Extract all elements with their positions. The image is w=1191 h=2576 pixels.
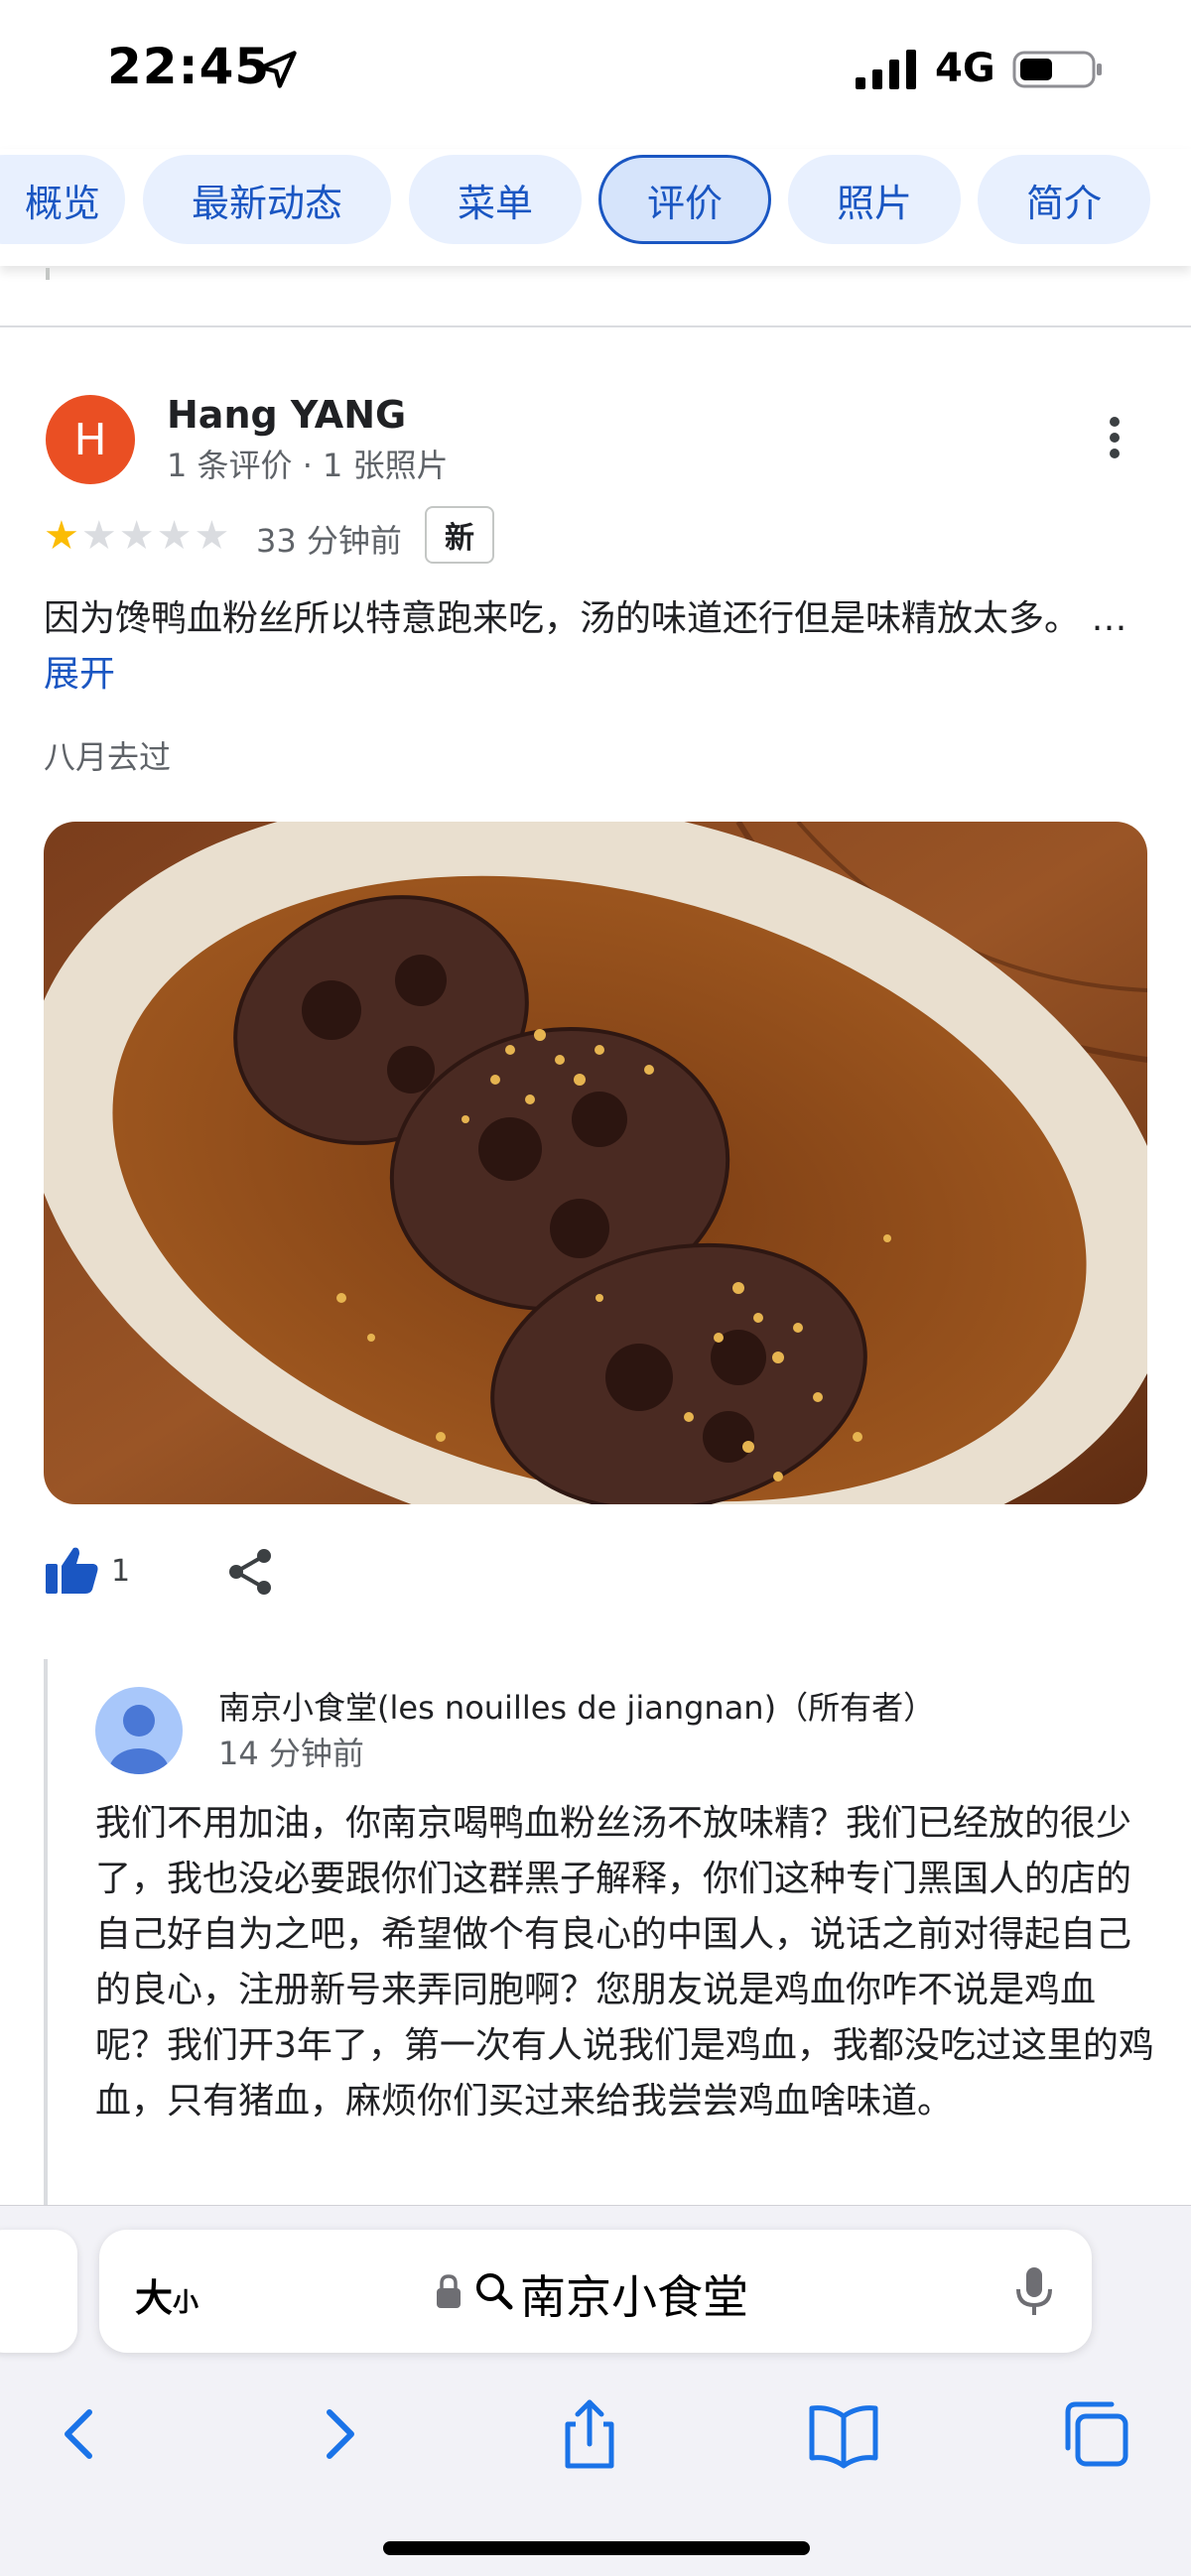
review-text: 因为馋鸭血粉丝所以特意跑来吃，汤的味道还行但是味精放太多。 … 展开 — [44, 591, 1145, 703]
tab-label: 最新动态 — [191, 181, 342, 225]
previous-tab-preview[interactable] — [0, 2230, 77, 2353]
status-bar: 22:45 4G — [0, 0, 1191, 139]
star-empty-icon: ★ — [118, 513, 155, 559]
tab-label: 菜单 — [457, 181, 533, 225]
star-empty-icon: ★ — [156, 513, 193, 559]
tab-menu[interactable]: 菜单 — [409, 155, 582, 244]
star-empty-icon: ★ — [80, 513, 117, 559]
text-size-small: 小 — [173, 2288, 199, 2318]
tab-reviews[interactable]: 评价 — [598, 155, 771, 244]
reviewer-name[interactable]: Hang YANG — [167, 393, 406, 437]
review-body: 因为馋鸭血粉丝所以特意跑来吃，汤的味道还行但是味精放太多。 … — [44, 598, 1127, 639]
lock-icon — [437, 2274, 461, 2308]
microphone-icon[interactable] — [1012, 2263, 1056, 2319]
network-type: 4G — [935, 46, 995, 91]
expand-link[interactable]: 展开 — [44, 654, 115, 695]
tab-updates[interactable]: 最新动态 — [143, 155, 391, 244]
person-icon — [109, 1705, 169, 1774]
url-text[interactable]: 南京小食堂 — [520, 2261, 748, 2327]
home-indicator — [383, 2541, 810, 2555]
review-time: 33 分钟前 — [256, 522, 402, 560]
owner-avatar — [95, 1687, 183, 1774]
browser-toolbar: 大小 南京小食堂 — [0, 2205, 1191, 2576]
share-sheet-icon[interactable] — [550, 2394, 629, 2474]
reviewer-meta: 1 条评价 · 1 张照片 — [167, 447, 449, 484]
owner-reply-text: 我们不用加油，你南京喝鸭血粉丝汤不放味精？我们已经放的很少了，我也没必要跟你们这… — [95, 1803, 1154, 2122]
star-rating: ★ ★ ★ ★ ★ — [44, 512, 229, 560]
lotus-root-dish-photo[interactable] — [44, 822, 1147, 1504]
tab-label: 简介 — [1025, 181, 1102, 225]
more-options-icon[interactable] — [1092, 411, 1137, 470]
text-size-button[interactable]: 大小 — [135, 2267, 198, 2322]
bookmarks-icon[interactable] — [804, 2394, 883, 2474]
text-size-large: 大 — [135, 2276, 174, 2320]
reviewer-avatar[interactable]: H — [46, 395, 135, 484]
location-arrow-icon — [259, 51, 297, 88]
cellular-signal-icon — [856, 50, 916, 89]
divider — [0, 325, 1191, 327]
like-count: 1 — [111, 1554, 131, 1589]
tab-label: 照片 — [836, 181, 912, 225]
share-icon[interactable] — [224, 1546, 276, 1598]
star-empty-icon: ★ — [194, 513, 230, 559]
forward-icon[interactable] — [300, 2394, 379, 2474]
reply-thread-line — [44, 1659, 48, 2207]
new-badge: 新 — [425, 506, 494, 564]
thread-line — [46, 268, 50, 280]
section-tabs: 概览 最新动态 菜单 评价 照片 简介 — [0, 149, 1191, 266]
owner-name: 南京小食堂(les nouilles de jiangnan)（所有者） — [218, 1689, 936, 1727]
status-time: 22:45 — [107, 38, 271, 95]
visit-note: 八月去过 — [44, 738, 172, 776]
thumbs-up-icon[interactable] — [44, 1544, 99, 1596]
tabs-icon[interactable] — [1056, 2394, 1135, 2474]
battery-icon — [1012, 51, 1102, 88]
tab-photos[interactable]: 照片 — [788, 155, 961, 244]
owner-reply-time: 14 分钟前 — [218, 1735, 364, 1772]
tab-label: 评价 — [646, 181, 723, 225]
tab-about[interactable]: 简介 — [978, 155, 1150, 244]
back-icon[interactable] — [40, 2394, 119, 2474]
search-icon — [476, 2273, 513, 2310]
address-bar[interactable]: 大小 南京小食堂 — [99, 2230, 1092, 2353]
tab-label: 概览 — [24, 181, 100, 225]
star-filled-icon: ★ — [44, 513, 79, 559]
tab-overview[interactable]: 概览 — [0, 155, 125, 244]
